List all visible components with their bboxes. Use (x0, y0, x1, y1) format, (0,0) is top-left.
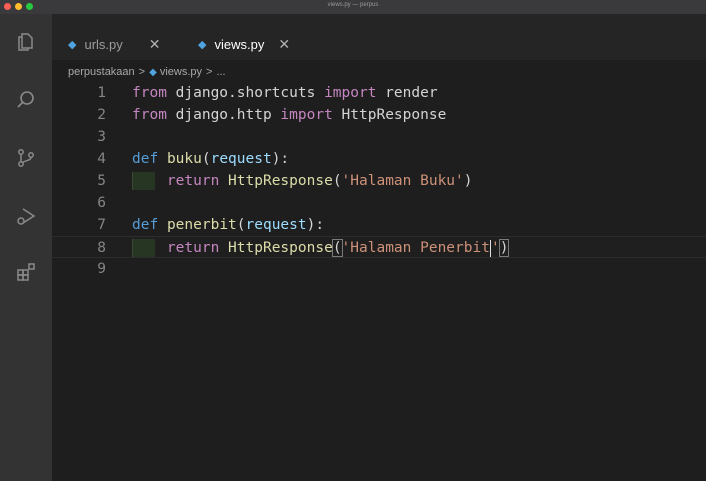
code-token: buku (166, 151, 202, 167)
code-editor[interactable]: 1 from django.shortcuts import render 2 fro… (52, 82, 706, 481)
run-debug-icon[interactable] (12, 202, 40, 230)
line-code: return HttpResponse('Halaman Buku') (132, 170, 473, 192)
line-number: 5 (97, 173, 106, 189)
breadcrumb-folder[interactable]: perpustakaan (68, 66, 135, 78)
line-code: def penerbit(request): (132, 214, 324, 236)
tab-label: urls.py (84, 36, 123, 52)
code-token: ) (498, 239, 510, 257)
tab-label: views.py (214, 36, 265, 52)
breadcrumb-file[interactable]: views.py (160, 66, 202, 78)
line-number: 7 (97, 217, 106, 233)
line-number: 2 (97, 107, 106, 123)
code-token: def (132, 151, 159, 167)
code-line[interactable]: 9 (52, 258, 706, 280)
line-code: from django.http import HttpResponse (132, 104, 446, 126)
tab-bar: ◆ urls.py ✕ ◆ views.py ✕ (52, 14, 706, 60)
code-line[interactable]: 6 (52, 192, 706, 214)
python-file-icon: ◆ (198, 38, 207, 51)
tab-views-py[interactable]: ◆ views.py ✕ (198, 28, 290, 60)
code-token: from (132, 107, 167, 123)
close-icon[interactable]: ✕ (278, 36, 290, 53)
code-token: import (324, 85, 377, 101)
extensions-icon[interactable] (12, 258, 40, 286)
code-token: return (166, 173, 220, 189)
python-file-icon: ◆ (68, 38, 77, 51)
code-token: HttpResponse (228, 173, 333, 189)
close-icon[interactable]: ✕ (149, 36, 161, 53)
code-line[interactable]: 1 from django.shortcuts import render (52, 82, 706, 104)
breadcrumb-separator: > (206, 66, 213, 78)
breadcrumb-symbol[interactable]: ... (216, 66, 225, 78)
activity-bar (0, 14, 52, 481)
code-token: 'Halaman Buku' (341, 173, 464, 189)
source-control-icon[interactable] (12, 144, 40, 172)
search-icon[interactable] (12, 86, 40, 114)
code-token: ( (236, 217, 246, 233)
code-token: django.http (166, 107, 281, 123)
line-number: 9 (97, 261, 106, 277)
line-number: 6 (97, 195, 106, 211)
code-token: render (376, 85, 438, 101)
breadcrumb-separator: > (138, 66, 146, 78)
code-token: request (210, 151, 272, 167)
code-line[interactable]: 4 def buku(request): (52, 148, 706, 170)
line-code: return HttpResponse('Halaman Penerbit') (132, 237, 510, 259)
code-line[interactable]: 7 def penerbit(request): (52, 214, 706, 236)
line-number: 4 (97, 151, 106, 167)
code-token: request (245, 217, 307, 233)
code-token: ): (271, 151, 290, 167)
code-token: 'Halaman Penerbit (341, 240, 490, 256)
code-token: django.shortcuts (166, 85, 325, 101)
breadcrumb: perpustakaan > ◆ views.py > ... (68, 62, 230, 82)
files-icon[interactable] (12, 28, 40, 56)
code-token: import (280, 107, 333, 123)
code-token: return (166, 240, 220, 256)
code-line[interactable]: 8 return HttpResponse('Halaman Penerbit'… (52, 236, 706, 258)
code-token: penerbit (166, 217, 237, 233)
window-title: views.py — perpus (327, 2, 379, 8)
code-token: ( (331, 239, 343, 257)
python-file-icon: ◆ (149, 66, 157, 78)
code-token: HttpResponse (332, 107, 447, 123)
code-token: ( (332, 173, 342, 189)
line-number: 3 (97, 129, 106, 145)
code-token: ' (490, 240, 500, 256)
code-line[interactable]: 5 return HttpResponse('Halaman Buku') (52, 170, 706, 192)
line-number: 1 (97, 85, 106, 101)
code-token: from (132, 85, 167, 101)
code-token: ( (201, 151, 211, 167)
code-line[interactable]: 3 (52, 126, 706, 148)
code-token: ) (463, 173, 473, 189)
code-token: def (132, 217, 159, 233)
code-line[interactable]: 2 from django.http import HttpResponse (52, 104, 706, 126)
code-token: HttpResponse (228, 240, 333, 256)
code-token: ): (306, 217, 325, 233)
line-code: from django.shortcuts import render (132, 82, 438, 104)
window-titlebar: views.py — perpus (0, 0, 706, 14)
tab-urls-py[interactable]: ◆ urls.py ✕ (68, 28, 161, 60)
line-code: def buku(request): (132, 148, 289, 170)
line-number: 8 (97, 240, 106, 256)
